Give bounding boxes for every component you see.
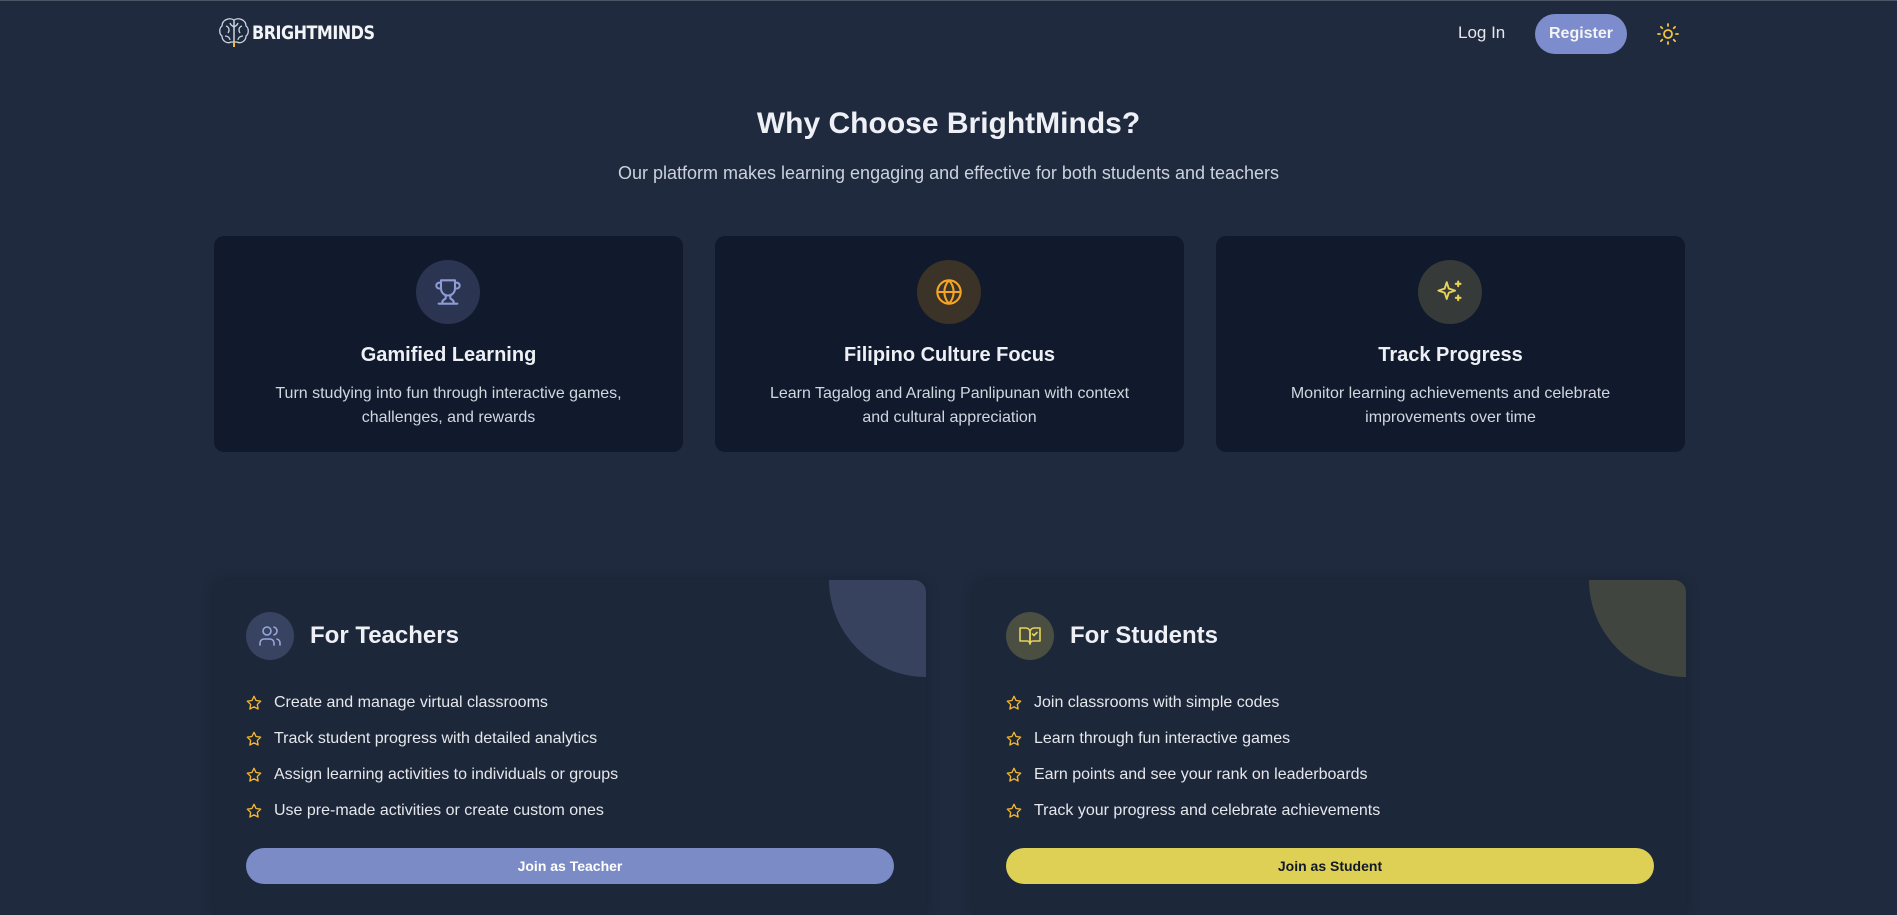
trophy-icon (435, 279, 461, 305)
star-icon (246, 695, 262, 710)
list-item-text: Join classrooms with simple codes (1034, 694, 1280, 711)
teachers-icon-badge (246, 612, 294, 660)
register-button[interactable]: Register (1535, 14, 1627, 54)
list-item-text: Use pre-made activities or create custom… (274, 802, 604, 819)
teachers-feature-list: Create and manage virtual classrooms Tra… (246, 685, 618, 829)
list-item: Use pre-made activities or create custom… (246, 793, 618, 829)
list-item: Track student progress with detailed ana… (246, 721, 618, 757)
star-icon (1006, 731, 1022, 746)
list-item-text: Earn points and see your rank on leaderb… (1034, 766, 1368, 783)
feature-card-gamified: Gamified Learning Turn studying into fun… (214, 236, 683, 452)
decorative-corner (1589, 580, 1686, 677)
star-icon (246, 803, 262, 818)
star-icon (1006, 803, 1022, 818)
star-icon (1006, 695, 1022, 710)
students-title: For Students (1070, 622, 1218, 649)
sun-icon[interactable] (1656, 22, 1680, 46)
feature-description: Turn studying into fun through interacti… (275, 385, 622, 426)
teachers-card: For Teachers Create and manage virtual c… (214, 580, 926, 915)
brain-icon (219, 18, 249, 47)
feature-card-progress: Track Progress Monitor learning achievem… (1216, 236, 1685, 452)
students-icon-badge (1006, 612, 1054, 660)
decorative-corner (829, 580, 926, 677)
feature-description: Monitor learning achievements and celebr… (1290, 385, 1611, 426)
brand-name: BRIGHTMINDS (252, 21, 375, 43)
list-item-text: Track your progress and celebrate achiev… (1034, 802, 1381, 819)
list-item: Learn through fun interactive games (1006, 721, 1380, 757)
feature-icon-badge (1418, 260, 1482, 324)
feature-icon-badge (416, 260, 480, 324)
teachers-title: For Teachers (310, 622, 459, 649)
login-link[interactable]: Log In (1458, 23, 1505, 43)
star-icon (246, 731, 262, 746)
list-item: Join classrooms with simple codes (1006, 685, 1380, 721)
feature-card-culture: Filipino Culture Focus Learn Tagalog and… (715, 236, 1184, 452)
students-card: For Students Join classrooms with simple… (974, 580, 1686, 915)
feature-title: Filipino Culture Focus (843, 344, 1056, 366)
feature-title: Track Progress (1378, 344, 1523, 366)
list-item: Create and manage virtual classrooms (246, 685, 618, 721)
join-as-student-button[interactable]: Join as Student (1006, 848, 1654, 884)
sparkles-icon (1437, 280, 1462, 302)
students-feature-list: Join classrooms with simple codes Learn … (1006, 685, 1380, 829)
list-item: Earn points and see your rank on leaderb… (1006, 757, 1380, 793)
feature-description: Learn Tagalog and Araling Panlipunan wit… (769, 385, 1130, 426)
star-icon (1006, 767, 1022, 782)
list-item-text: Track student progress with detailed ana… (274, 730, 598, 747)
section-subtitle: Our platform makes learning engaging and… (617, 163, 1280, 183)
join-as-teacher-button[interactable]: Join as Teacher (246, 848, 894, 884)
section-title: Why Choose BrightMinds? (756, 107, 1141, 140)
book-check-icon (1019, 627, 1041, 645)
site-header: BRIGHTMINDS Log In Register (0, 1, 1897, 65)
feature-title: Gamified Learning (360, 344, 537, 366)
feature-icon-badge (917, 260, 981, 324)
list-item-text: Learn through fun interactive games (1034, 730, 1291, 747)
brand-logo[interactable]: BRIGHTMINDS (218, 15, 375, 49)
list-item-text: Create and manage virtual classrooms (274, 694, 548, 711)
list-item: Assign learning activities to individual… (246, 757, 618, 793)
users-icon (259, 626, 281, 646)
list-item-text: Assign learning activities to individual… (274, 766, 619, 783)
globe-icon (936, 279, 962, 305)
list-item: Track your progress and celebrate achiev… (1006, 793, 1380, 829)
star-icon (246, 767, 262, 782)
